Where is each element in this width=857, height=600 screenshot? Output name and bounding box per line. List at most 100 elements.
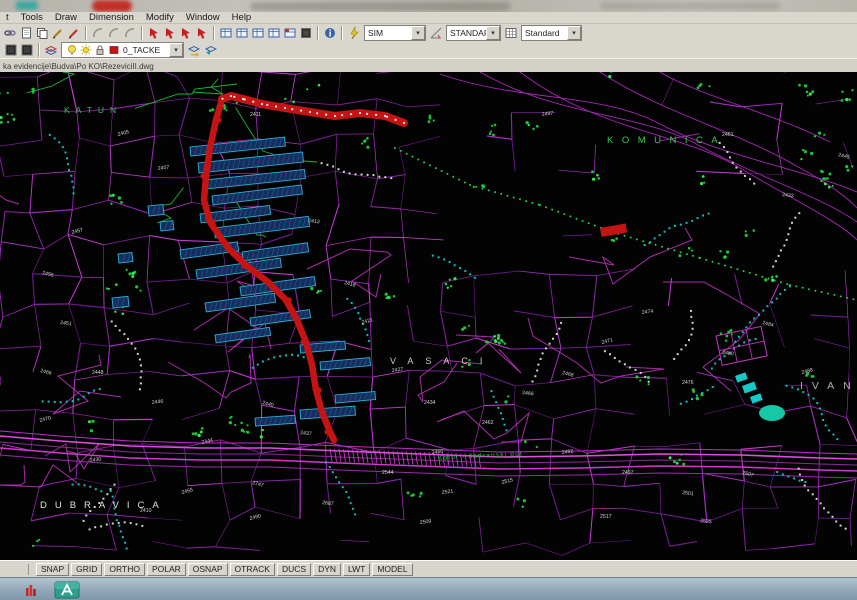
map-background [0, 72, 857, 560]
zoom-icon[interactable] [146, 25, 162, 40]
map-label: KOMUNICA [607, 135, 726, 146]
building-footprint [160, 221, 174, 231]
status-toggle-dyn[interactable]: DYN [313, 563, 341, 576]
cropped-titlebar [0, 0, 857, 12]
menu-bar: tToolsDrawDimensionModifyWindowHelp [0, 12, 857, 24]
doc-icon[interactable] [18, 25, 34, 40]
grid-red-icon[interactable] [282, 25, 298, 40]
zoom-icon[interactable] [178, 25, 194, 40]
parcel-number: 2517 [600, 514, 612, 520]
toolbar-separator [317, 26, 319, 40]
map-label: DUBRAVICA [40, 500, 167, 511]
parcel-number: 2411 [250, 112, 261, 118]
taskbar-autocad-icon[interactable] [52, 580, 82, 599]
layer-prev-icon[interactable] [202, 42, 218, 57]
link-icon[interactable] [2, 25, 18, 40]
status-toggle-snap[interactable]: SNAP [36, 563, 69, 576]
table-style-combo[interactable]: Standard▾ [521, 25, 582, 41]
layers-go-icon[interactable] [186, 42, 202, 57]
parcel-number: 2448 [92, 370, 104, 376]
menu-item-dimension[interactable]: Dimension [83, 12, 140, 23]
dimstyle-icon[interactable] [428, 25, 444, 40]
layer-lock-icon[interactable] [93, 43, 107, 57]
titlebar-dark-smudge [250, 2, 510, 11]
parcel-number: 2434 [424, 400, 436, 406]
dim-style-combo[interactable]: STANDARD▾ [446, 25, 501, 41]
info-icon[interactable] [322, 25, 338, 40]
copy-icon[interactable] [34, 25, 50, 40]
map-label: IVAN [800, 380, 857, 392]
status-toggle-group: SNAPGRIDORTHOPOLAROSNAPOTRACKDUCSDYNLWTM… [35, 563, 414, 576]
parcel-number: 2462 [482, 420, 494, 426]
grid-icon[interactable] [218, 25, 234, 40]
layer-sun-icon[interactable] [79, 43, 93, 57]
pencil-red-icon[interactable] [66, 25, 82, 40]
status-toggle-model[interactable]: MODEL [372, 563, 412, 576]
zoom-icon[interactable] [194, 25, 210, 40]
arc-icon[interactable] [106, 25, 122, 40]
toolbar-separator [341, 26, 343, 40]
menu-item-tools[interactable]: Tools [15, 12, 49, 23]
building-footprint [118, 253, 133, 263]
building-footprint [112, 296, 129, 308]
chevron-down-icon[interactable]: ▾ [486, 26, 500, 40]
drawing-path: ka evidencije\Budva\Po KO\RezeviciII.dwg [0, 62, 154, 71]
current-layer-name: 0_TACKE [123, 45, 169, 55]
building-footprint [148, 204, 164, 216]
zoom-icon[interactable] [162, 25, 178, 40]
parcel-number: 2476 [682, 380, 694, 386]
toolbar-separator [141, 26, 143, 40]
toolbar-separator [38, 43, 40, 57]
status-toggle-otrack[interactable]: OTRACK [230, 563, 275, 576]
parcel-number: 2497 [622, 470, 634, 476]
grid-icon[interactable] [234, 25, 250, 40]
dark-sq-icon[interactable] [3, 42, 19, 57]
teal-area [759, 405, 785, 421]
layers-icon[interactable] [43, 42, 59, 57]
application-window: tToolsDrawDimensionModifyWindowHelp SIM▾… [0, 0, 857, 600]
flash-icon[interactable] [346, 25, 362, 40]
tablestyle-icon[interactable] [503, 25, 519, 40]
grid-icon[interactable] [250, 25, 266, 40]
taskbar-red-app-icon[interactable] [16, 580, 46, 599]
dark-sq-icon[interactable] [19, 42, 35, 57]
layer-combo[interactable]: 0_TACKE▾ [61, 42, 184, 58]
toolbar-separator [213, 26, 215, 40]
taskbar [0, 577, 857, 600]
titlebar-teal-smudge [16, 1, 38, 10]
layer-swatch-icon[interactable] [107, 43, 121, 57]
layers-toolbar: 0_TACKE▾ [0, 41, 857, 59]
text-style-combo[interactable]: SIM▾ [364, 25, 426, 41]
menu-item-t[interactable]: t [0, 12, 15, 23]
arc-icon[interactable] [90, 25, 106, 40]
chevron-down-icon[interactable]: ▾ [567, 26, 581, 40]
cadastral-map[interactable]: 2405240724112413241824212427243424372440… [0, 72, 857, 560]
arc-icon[interactable] [122, 25, 138, 40]
menu-item-draw[interactable]: Draw [49, 12, 83, 23]
toolbar-separator [85, 26, 87, 40]
table-style-combo-value: Standard [525, 28, 567, 38]
pencil-icon[interactable] [50, 25, 66, 40]
status-toggle-grid[interactable]: GRID [71, 563, 102, 576]
status-toggle-ducs[interactable]: DUCS [277, 563, 311, 576]
chevron-down-icon[interactable]: ▾ [169, 43, 183, 57]
layer-bulb-icon[interactable] [65, 43, 79, 57]
titlebar-red-smudge [92, 0, 132, 12]
status-toggle-ortho[interactable]: ORTHO [104, 563, 145, 576]
standard-toolbar: SIM▾STANDARD▾Standard▾ [0, 24, 857, 42]
grid-icon[interactable] [266, 25, 282, 40]
menu-item-modify[interactable]: Modify [140, 12, 180, 23]
dark-icon[interactable] [298, 25, 314, 40]
map-label: VASACI [390, 356, 494, 366]
parcel-number: 2544 [382, 470, 394, 476]
status-toggle-polar[interactable]: POLAR [147, 563, 186, 576]
dim-style-combo-value: STANDARD [450, 28, 486, 38]
text-style-combo-value: SIM [368, 28, 411, 38]
chevron-down-icon[interactable]: ▾ [411, 26, 425, 40]
status-toggle-lwt[interactable]: LWT [343, 563, 370, 576]
status-toggle-osnap[interactable]: OSNAP [188, 563, 228, 576]
map-label: KATUN [64, 105, 122, 115]
drawing-canvas[interactable]: 2405240724112413241824212427243424372440… [0, 72, 857, 560]
menu-item-help[interactable]: Help [226, 12, 258, 23]
menu-item-window[interactable]: Window [180, 12, 226, 23]
